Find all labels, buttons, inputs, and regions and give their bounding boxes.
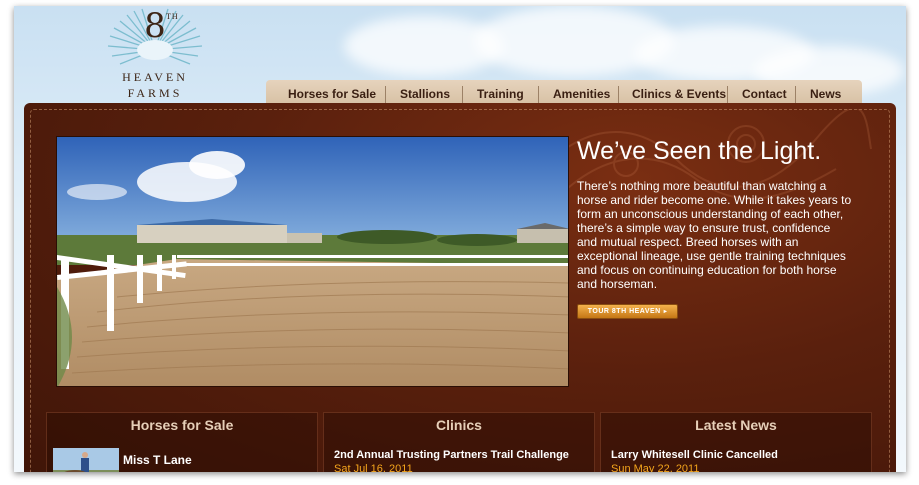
nav-divider [385, 86, 386, 104]
nav-item-horses-for-sale[interactable]: Horses for Sale [288, 87, 376, 101]
clinic-date: Sat Jul 16, 2011 [334, 463, 413, 472]
clinics-panel: Clinics 2nd Annual Trusting Partners Tra… [323, 412, 595, 472]
arrow-right-icon: ▸ [663, 309, 668, 315]
hero-photo [56, 136, 569, 387]
content-panel: We’ve Seen the Light. There’s nothing mo… [24, 103, 896, 472]
nav-item-stallions[interactable]: Stallions [400, 87, 450, 101]
page-frame: 8 TH HEAVEN FARMS Horses for Sale Stalli… [14, 6, 906, 472]
logo-numeral: 8 [144, 6, 166, 46]
site-logo[interactable]: 8 TH HEAVEN FARMS [100, 6, 210, 104]
nav-item-contact[interactable]: Contact [742, 87, 787, 101]
clinic-title-link[interactable]: 2nd Annual Trusting Partners Trail Chall… [334, 449, 569, 461]
nav-item-amenities[interactable]: Amenities [553, 87, 610, 101]
tour-button-label: TOUR 8TH HEAVEN [587, 308, 661, 315]
horses-for-sale-heading[interactable]: Horses for Sale [47, 417, 317, 433]
logo-wordmark-farms: FARMS [127, 86, 183, 100]
tour-button[interactable]: TOUR 8TH HEAVEN ▸ [577, 304, 678, 319]
news-date: Sun May 22, 2011 [611, 463, 700, 472]
horse-name-link[interactable]: Miss T Lane [123, 453, 192, 467]
logo-wordmark-heaven: HEAVEN [122, 70, 188, 84]
nav-divider [727, 86, 728, 104]
horse-thumbnail[interactable] [53, 448, 119, 472]
nav-item-news[interactable]: News [810, 87, 841, 101]
logo-superscript: TH [166, 12, 179, 21]
latest-news-heading[interactable]: Latest News [601, 417, 871, 433]
nav-item-clinics-events[interactable]: Clinics & Events [632, 87, 726, 101]
nav-divider [618, 86, 619, 104]
nav-divider [462, 86, 463, 104]
arena-photo [57, 137, 568, 386]
nav-divider [795, 86, 796, 104]
clinics-heading[interactable]: Clinics [324, 417, 594, 433]
news-title-link[interactable]: Larry Whitesell Clinic Cancelled [611, 449, 778, 461]
nav-divider [538, 86, 539, 104]
nav-item-training[interactable]: Training [477, 87, 524, 101]
hero-body: There’s nothing more beautiful than watc… [577, 179, 852, 291]
latest-news-panel: Latest News Larry Whitesell Clinic Cance… [600, 412, 872, 472]
hero-headline: We’ve Seen the Light. [577, 137, 822, 165]
horses-for-sale-panel: Horses for Sale Miss T Lane [46, 412, 318, 472]
